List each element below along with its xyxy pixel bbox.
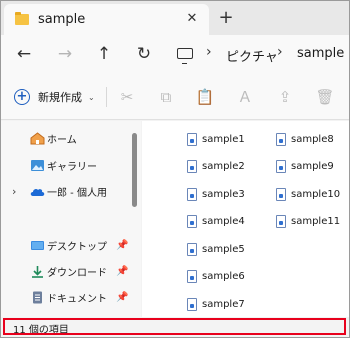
close-tab-button[interactable]: ✕ bbox=[182, 9, 202, 29]
sidebar-item-onedrive[interactable]: › 一郎 - 個人用 bbox=[1, 179, 131, 203]
plus-icon: + bbox=[14, 89, 30, 105]
folder-icon bbox=[15, 12, 29, 25]
pin-icon: 📌 bbox=[116, 239, 129, 251]
file-item[interactable]: sample3 bbox=[187, 185, 245, 203]
highlight-box bbox=[3, 318, 346, 335]
paste-icon[interactable]: 📋 bbox=[194, 86, 216, 108]
pin-icon: 📌 bbox=[116, 265, 129, 277]
file-explorer-window: sample ✕ + ← → ↑ ↻ › ピクチャ › sample + 新規作… bbox=[0, 0, 350, 338]
file-name: sample9 bbox=[291, 160, 334, 172]
toolbar-divider bbox=[106, 87, 107, 107]
sidebar-item-label: ギャラリー bbox=[47, 161, 97, 173]
file-name: sample8 bbox=[291, 133, 334, 145]
forward-button[interactable]: → bbox=[51, 40, 79, 68]
file-icon bbox=[276, 187, 286, 201]
sidebar-item-label: ダウンロード bbox=[47, 267, 107, 279]
sidebar-item-home[interactable]: ホーム bbox=[1, 126, 131, 150]
file-list: sample1 sample2 sample3 sample4 sample5 … bbox=[142, 121, 349, 317]
delete-icon[interactable]: 🗑 bbox=[314, 86, 336, 108]
new-tab-button[interactable]: + bbox=[215, 9, 237, 29]
file-name: sample6 bbox=[202, 270, 245, 282]
file-name: sample3 bbox=[202, 188, 245, 200]
file-item[interactable]: sample9 bbox=[276, 157, 334, 175]
file-icon bbox=[276, 132, 286, 146]
sidebar-item-downloads[interactable]: ダウンロード 📌 bbox=[1, 259, 131, 283]
file-name: sample5 bbox=[202, 243, 245, 255]
cut-icon[interactable]: ✂ bbox=[116, 86, 138, 108]
breadcrumb-pictures[interactable]: ピクチャ bbox=[226, 46, 278, 65]
file-item[interactable]: sample4 bbox=[187, 212, 245, 230]
tab-sample[interactable]: sample ✕ bbox=[4, 4, 209, 35]
share-icon[interactable]: ⇪ bbox=[274, 86, 296, 108]
sidebar-item-label: ホーム bbox=[47, 134, 77, 146]
navigation-bar: ← → ↑ ↻ › ピクチャ › sample bbox=[1, 35, 349, 73]
sidebar-item-label: デスクトップ bbox=[47, 241, 107, 253]
file-item[interactable]: sample10 bbox=[276, 185, 340, 203]
file-item[interactable]: sample6 bbox=[187, 267, 245, 285]
sidebar-item-label: ドキュメント bbox=[47, 293, 107, 305]
file-icon bbox=[187, 269, 197, 283]
file-item[interactable]: sample8 bbox=[276, 130, 334, 148]
sidebar-item-desktop[interactable]: デスクトップ 📌 bbox=[1, 233, 131, 257]
file-icon bbox=[187, 242, 197, 256]
rename-icon[interactable]: Ａ bbox=[234, 86, 256, 108]
documents-icon bbox=[33, 291, 42, 303]
refresh-button[interactable]: ↻ bbox=[130, 40, 158, 68]
copy-icon[interactable]: ⧉ bbox=[155, 86, 177, 108]
monitor-icon bbox=[177, 48, 193, 64]
tab-strip: sample ✕ + bbox=[1, 1, 349, 35]
tab-title: sample bbox=[38, 12, 86, 27]
gallery-icon bbox=[31, 159, 44, 171]
chevron-down-icon: ⌄ bbox=[88, 92, 95, 102]
pin-icon: 📌 bbox=[116, 291, 129, 303]
file-name: sample1 bbox=[202, 133, 245, 145]
file-icon bbox=[187, 214, 197, 228]
sidebar-scrollbar[interactable] bbox=[132, 133, 137, 207]
sidebar-item-label: 一郎 - 個人用 bbox=[47, 187, 107, 199]
new-button[interactable]: + 新規作成 ⌄ bbox=[14, 85, 95, 109]
file-name: sample10 bbox=[291, 188, 341, 200]
file-icon bbox=[187, 159, 197, 173]
chevron-right-icon[interactable]: › bbox=[12, 185, 16, 198]
file-item[interactable]: sample7 bbox=[187, 295, 245, 313]
breadcrumb-sample[interactable]: sample bbox=[297, 46, 344, 61]
sidebar-item-gallery[interactable]: ギャラリー bbox=[1, 153, 131, 177]
navigation-pane: ホーム ギャラリー › 一郎 - 個人用 デスクトップ 📌 ダウンロード 📌 ド… bbox=[1, 121, 141, 317]
address-bar[interactable]: › ピクチャ › sample bbox=[169, 40, 350, 68]
file-item[interactable]: sample5 bbox=[187, 240, 245, 258]
file-name: sample11 bbox=[291, 215, 341, 227]
file-item[interactable]: sample1 bbox=[187, 130, 245, 148]
file-icon bbox=[276, 214, 286, 228]
onedrive-icon bbox=[30, 188, 45, 196]
home-icon bbox=[30, 131, 45, 144]
new-button-label: 新規作成 bbox=[38, 91, 82, 104]
sidebar-item-documents[interactable]: ドキュメント 📌 bbox=[1, 285, 131, 309]
file-name: sample4 bbox=[202, 215, 245, 227]
file-name: sample7 bbox=[202, 298, 245, 310]
file-name: sample2 bbox=[202, 160, 245, 172]
file-icon bbox=[187, 132, 197, 146]
file-icon bbox=[187, 297, 197, 311]
breadcrumb-separator: › bbox=[277, 44, 283, 60]
desktop-icon bbox=[31, 240, 44, 250]
download-icon bbox=[32, 265, 43, 278]
back-button[interactable]: ← bbox=[10, 40, 38, 68]
file-icon bbox=[187, 187, 197, 201]
file-item[interactable]: sample11 bbox=[276, 212, 340, 230]
file-item[interactable]: sample2 bbox=[187, 157, 245, 175]
file-icon bbox=[276, 159, 286, 173]
command-bar: + 新規作成 ⌄ ✂ ⧉ 📋 Ａ ⇪ 🗑 bbox=[1, 73, 349, 120]
breadcrumb-separator: › bbox=[206, 44, 212, 60]
up-button[interactable]: ↑ bbox=[90, 40, 118, 68]
